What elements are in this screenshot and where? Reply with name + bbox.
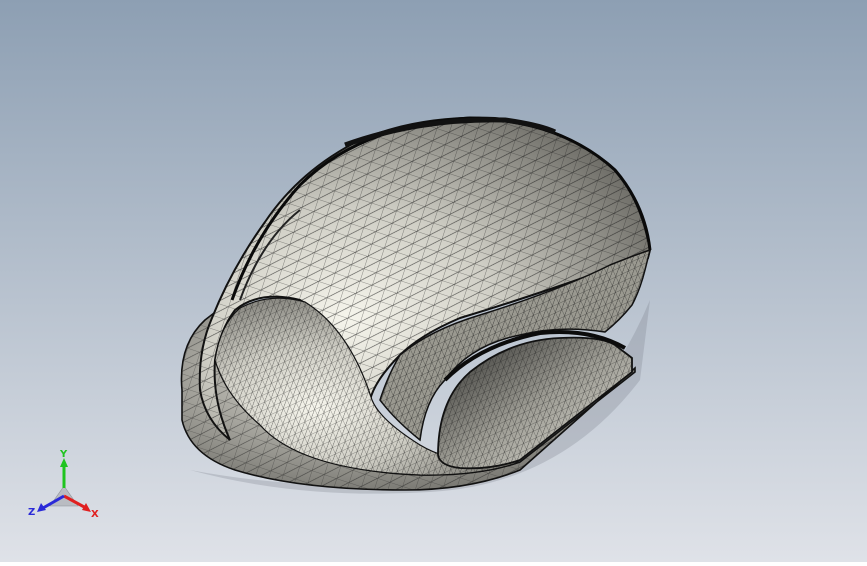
x-axis-label: X	[91, 509, 99, 520]
coordinate-triad[interactable]: Y X Z	[26, 448, 102, 520]
model-view[interactable]	[0, 0, 867, 562]
z-axis-label: Z	[28, 507, 35, 518]
y-axis-label: Y	[59, 449, 68, 460]
graphics-viewport[interactable]: Y X Z	[0, 0, 867, 562]
